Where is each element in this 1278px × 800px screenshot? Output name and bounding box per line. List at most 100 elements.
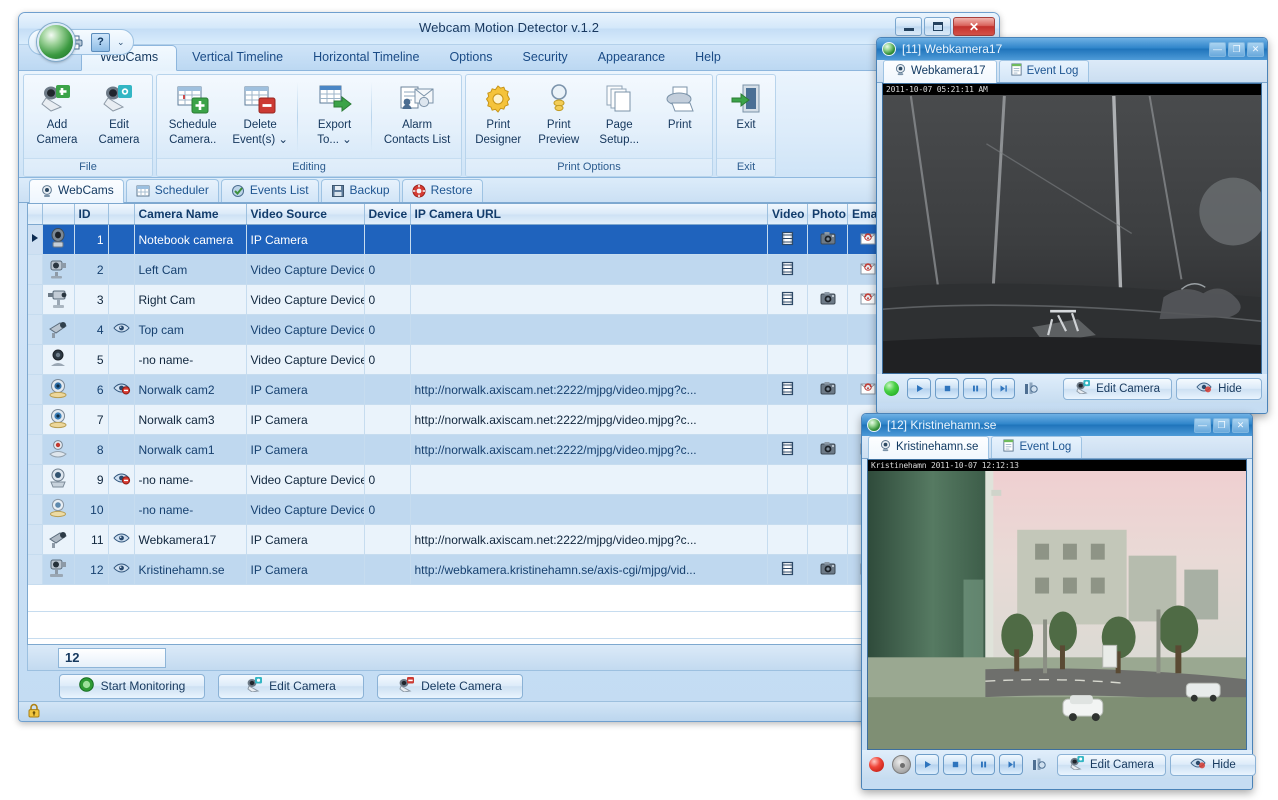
tab-backup[interactable]: Backup (321, 179, 400, 202)
close-button[interactable]: ✕ (953, 17, 995, 36)
pause-icon[interactable] (971, 754, 995, 775)
table-row[interactable]: 11Webkamera17IP Camerahttp://norwalk.axi… (28, 525, 990, 555)
visibility-icon[interactable] (108, 375, 134, 405)
print-designer-button[interactable]: Print Designer (468, 78, 529, 147)
camera-window-2-tab-video[interactable]: Kristinehamn.se (868, 436, 989, 459)
stop-icon[interactable] (935, 378, 959, 399)
visibility-icon[interactable] (108, 225, 134, 255)
camera-window-2-maximize[interactable]: ❐ (1213, 418, 1230, 433)
next-frame-icon[interactable] (999, 754, 1023, 775)
start-monitoring-button[interactable]: Start Monitoring (59, 674, 205, 699)
tab-webcams[interactable]: WebCams (29, 179, 124, 203)
delete-events-button[interactable]: Delete Event(s) ⌄ (226, 78, 293, 147)
table-row[interactable]: 8Norwalk cam1IP Camerahttp://norwalk.axi… (28, 435, 990, 465)
visibility-icon[interactable] (108, 345, 134, 375)
table-row[interactable]: 5-no name-Video Capture Device0No (28, 345, 990, 375)
table-row[interactable]: 2Left CamVideo Capture Device0Yes (28, 255, 990, 285)
table-row[interactable]: 9-no name-Video Capture Device0No (28, 465, 990, 495)
minimize-button[interactable] (895, 17, 922, 36)
print-button[interactable]: Print (650, 78, 711, 134)
col-video[interactable]: Video (768, 204, 808, 225)
table-row[interactable]: 4Top camVideo Capture Device0Yes (28, 315, 990, 345)
col-photo[interactable]: Photo (808, 204, 848, 225)
col-camera-name[interactable]: Camera Name (134, 204, 246, 225)
schedule-camera-button[interactable]: Schedule Camera.. (159, 78, 226, 147)
ribbon-tab-vertical-timeline[interactable]: Vertical Timeline (177, 45, 298, 70)
table-row[interactable]: 12Kristinehamn.seIP Camerahttp://webkame… (28, 555, 990, 585)
visibility-icon[interactable] (108, 525, 134, 555)
pause-icon[interactable] (963, 378, 987, 399)
settings-icon[interactable] (1019, 378, 1041, 399)
page-setup-button[interactable]: Page Setup... (589, 78, 650, 147)
table-row[interactable]: 3Right CamVideo Capture Device0Yes (28, 285, 990, 315)
alarm-contacts-list-button[interactable]: Alarm Contacts List (375, 78, 459, 147)
table-row[interactable]: 10-no name-Video Capture Device0No (28, 495, 990, 525)
visibility-icon[interactable] (108, 255, 134, 285)
visibility-icon[interactable] (108, 465, 134, 495)
edit-camera-button[interactable]: Edit Camera (218, 674, 364, 699)
tab-events-list[interactable]: Events List (221, 179, 319, 202)
empty-cell (28, 585, 990, 612)
camera-window-1-video[interactable]: 2011-10-07 05:21:11 AM (882, 83, 1262, 374)
record-count-field[interactable]: 12 (58, 648, 166, 668)
help-icon[interactable]: ? (91, 33, 110, 52)
ribbon-tab-security[interactable]: Security (508, 45, 583, 70)
camera-window-1-maximize[interactable]: ❐ (1228, 42, 1245, 57)
visibility-icon[interactable] (108, 285, 134, 315)
maximize-button[interactable] (924, 17, 951, 36)
next-frame-icon[interactable] (991, 378, 1015, 399)
camera-window-2-close[interactable]: ✕ (1232, 418, 1249, 433)
visibility-icon[interactable] (108, 495, 134, 525)
camera-window-1-close[interactable]: ✕ (1247, 42, 1264, 57)
col-id[interactable]: ID (74, 204, 108, 225)
tab-scheduler[interactable]: Scheduler (126, 179, 219, 202)
empty-cell (28, 612, 990, 639)
print-designer-label-1: Print (486, 119, 510, 132)
camera-window-1-minimize[interactable]: — (1209, 42, 1226, 57)
visibility-icon[interactable] (108, 555, 134, 585)
camera-type-icon (42, 315, 74, 345)
visibility-icon[interactable] (108, 435, 134, 465)
application-orb-button[interactable] (37, 23, 75, 61)
camera-add-icon (39, 81, 75, 117)
print-preview-button[interactable]: Print Preview (529, 78, 590, 147)
cell-photo-flag (808, 405, 848, 435)
table-row[interactable]: 1Notebook cameraIP CameraYes (28, 225, 990, 255)
col-video-source[interactable]: Video Source (246, 204, 364, 225)
settings-icon[interactable] (1027, 754, 1049, 775)
col-ip-camera-url[interactable]: IP Camera URL (410, 204, 768, 225)
stop-icon[interactable] (943, 754, 967, 775)
visibility-icon[interactable] (108, 405, 134, 435)
ribbon-tab-horizontal-timeline[interactable]: Horizontal Timeline (298, 45, 434, 70)
add-camera-button[interactable]: Add Camera (26, 78, 88, 147)
camera-window-2-tab-event-log[interactable]: Event Log (991, 436, 1082, 458)
camera-window-1-tab-video[interactable]: Webkamera17 (883, 60, 997, 83)
camera-window-2-edit-camera-button[interactable]: Edit Camera (1057, 754, 1166, 776)
ribbon-tab-options[interactable]: Options (434, 45, 507, 70)
col-device[interactable]: Device (364, 204, 410, 225)
export-to-button[interactable]: Export To... ⌄ (301, 78, 368, 147)
camera-window-2-video[interactable]: Kristinehamn 2011-10-07 12:12:13 (867, 459, 1247, 750)
play-icon[interactable] (907, 378, 931, 399)
visibility-icon[interactable] (108, 315, 134, 345)
camera-window-2-hide-button[interactable]: Hide (1170, 754, 1256, 776)
ribbon-tab-appearance[interactable]: Appearance (583, 45, 680, 70)
table-row[interactable]: 6Norwalk cam2IP Camerahttp://norwalk.axi… (28, 375, 990, 405)
camera-grid[interactable]: ID Camera Name Video Source Device IP Ca… (27, 203, 991, 645)
cell-id: 6 (74, 375, 108, 405)
camera-window-1-edit-camera-button[interactable]: Edit Camera (1063, 378, 1172, 400)
camera-type-icon (42, 375, 74, 405)
exit-button[interactable]: Exit (719, 78, 773, 132)
tab-restore[interactable]: Restore (402, 179, 483, 202)
cell-camera-name: -no name- (134, 465, 246, 495)
play-icon[interactable] (915, 754, 939, 775)
edit-camera-ribbon-button[interactable]: Edit Camera (88, 78, 150, 147)
camera-window-1-tab-event-log[interactable]: Event Log (999, 60, 1090, 82)
chevron-down-icon[interactable]: ⌄ (117, 37, 125, 48)
cell-camera-name: Kristinehamn.se (134, 555, 246, 585)
camera-window-1-hide-button[interactable]: Hide (1176, 378, 1262, 400)
camera-window-2-minimize[interactable]: — (1194, 418, 1211, 433)
table-row[interactable]: 7Norwalk cam3IP Camerahttp://norwalk.axi… (28, 405, 990, 435)
ribbon-tab-help[interactable]: Help (680, 45, 736, 70)
delete-camera-button[interactable]: Delete Camera (377, 674, 523, 699)
